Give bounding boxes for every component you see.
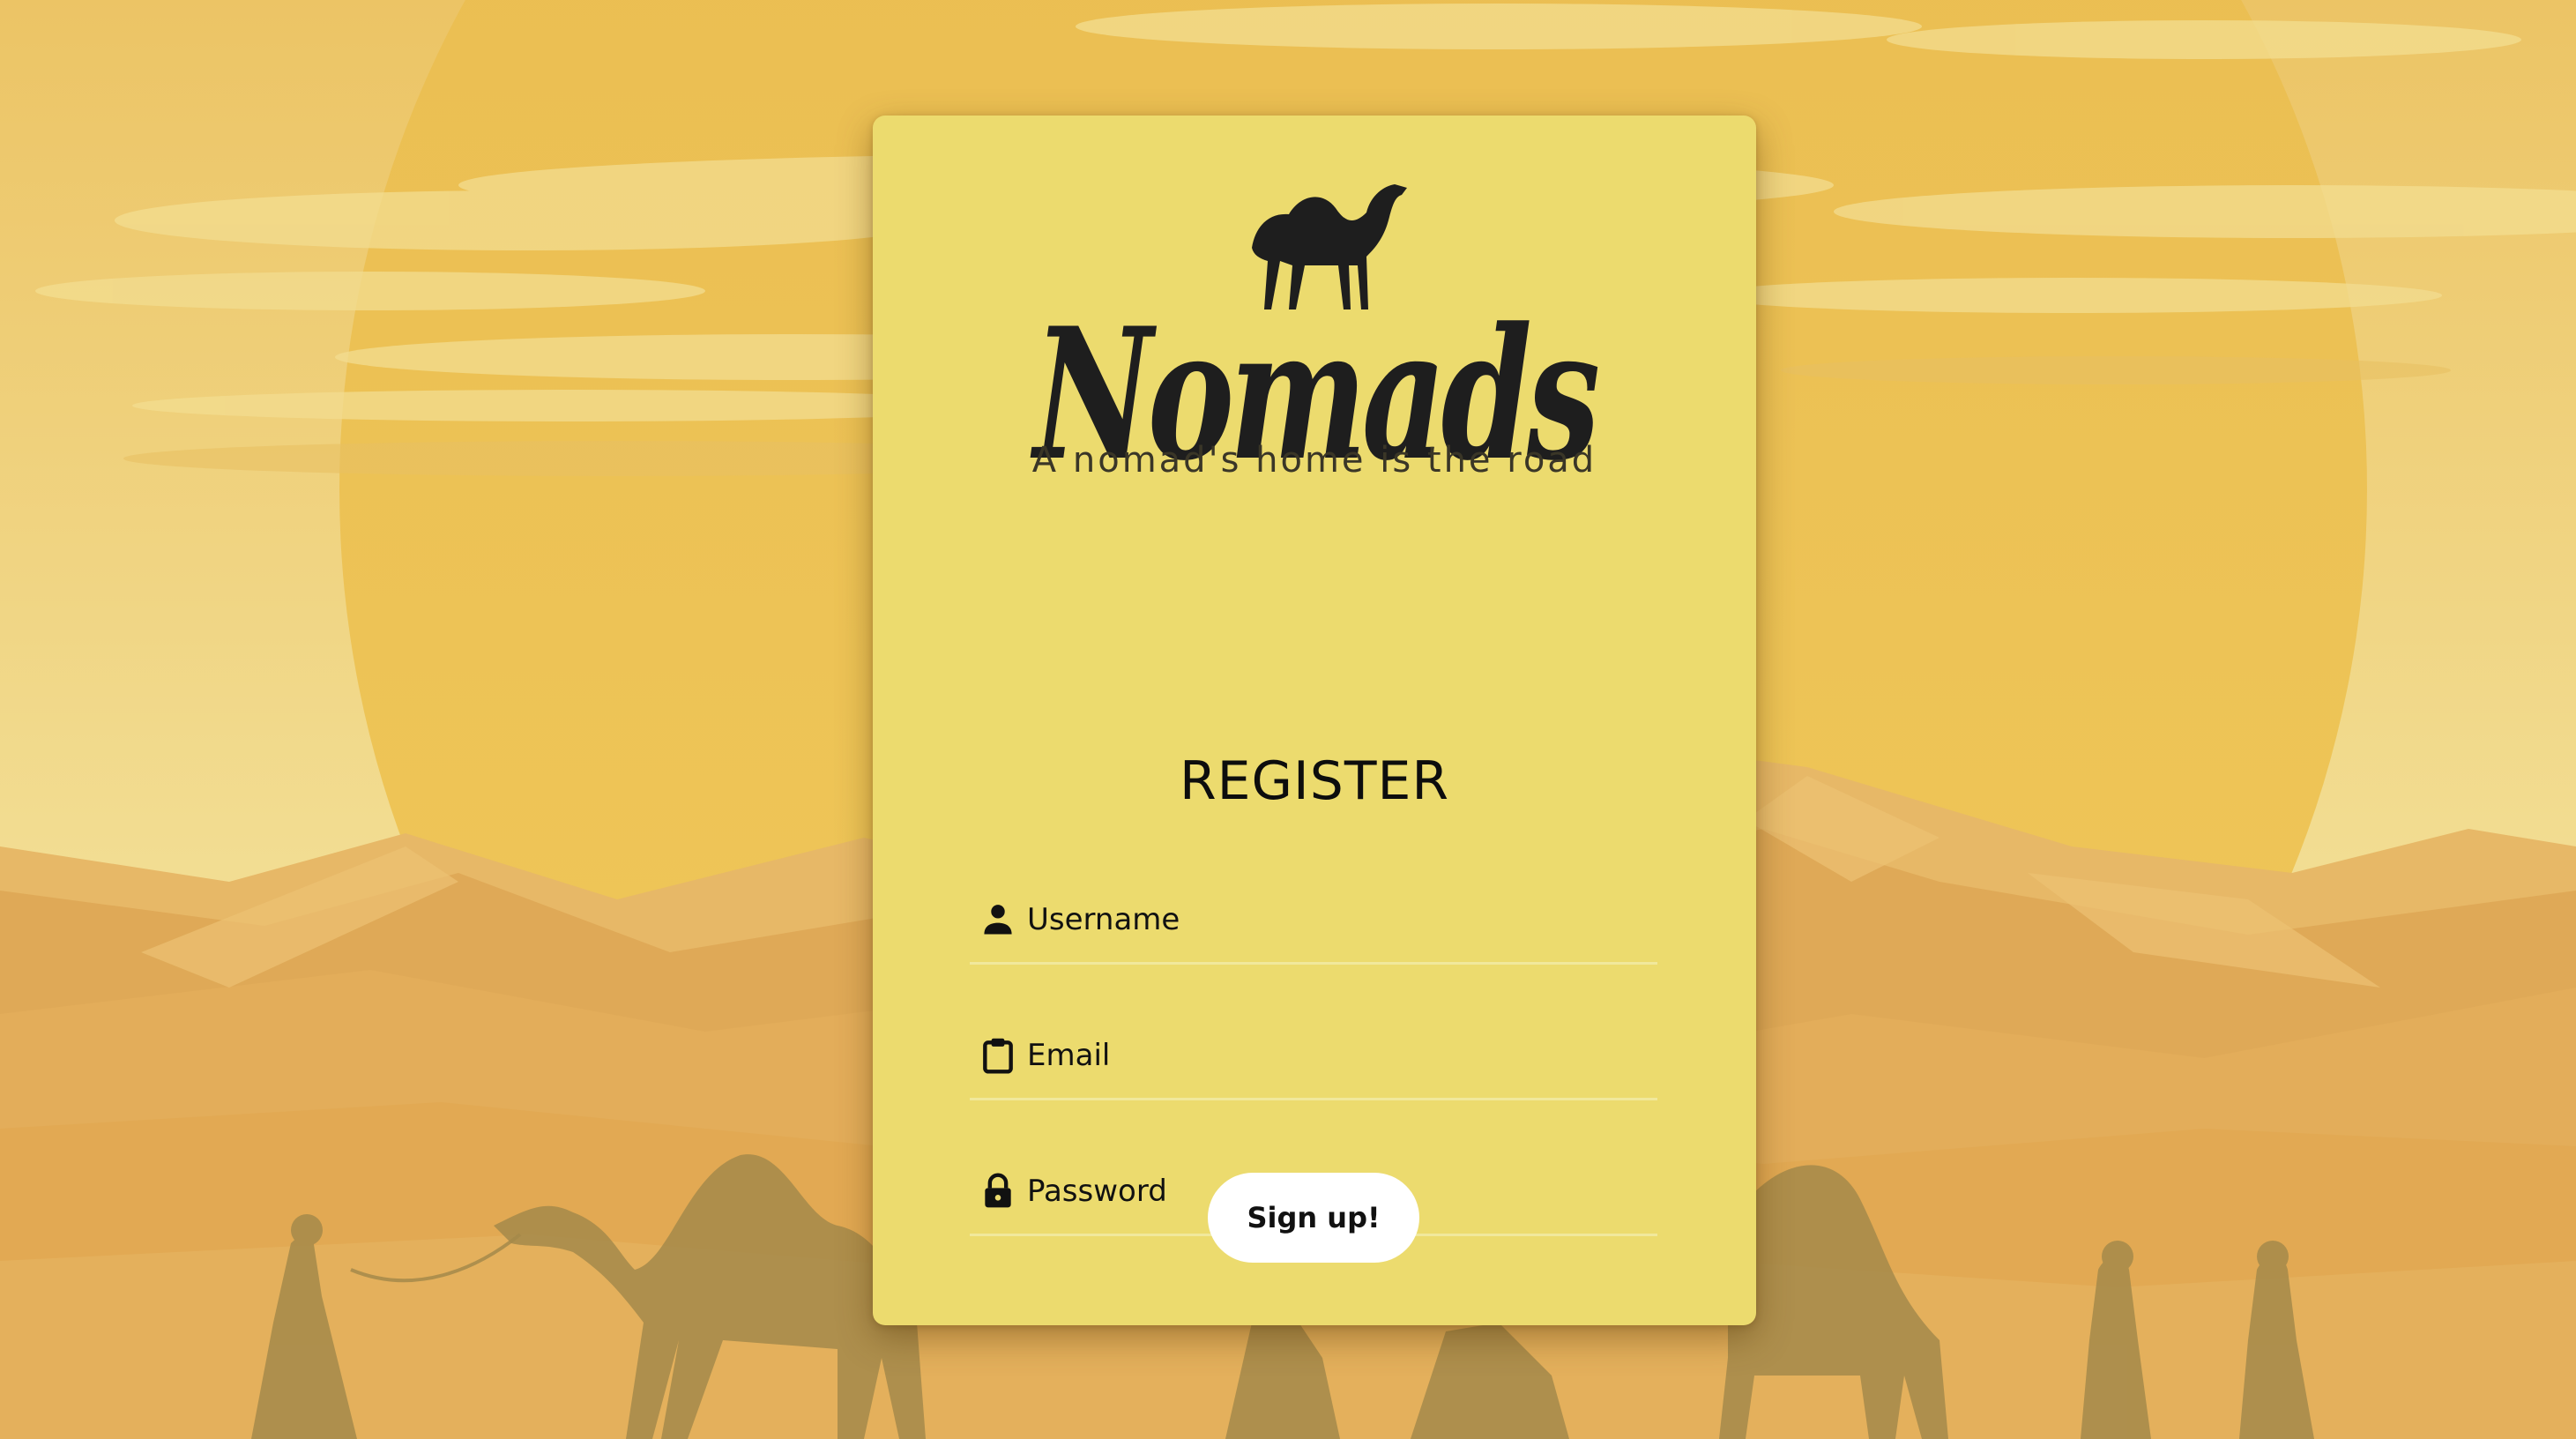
email-field [970, 1018, 1657, 1100]
register-title: REGISTER [1179, 750, 1450, 812]
username-field [970, 883, 1657, 965]
clipboard-icon [983, 1038, 1013, 1074]
sign-up-button[interactable]: Sign up! [1208, 1173, 1419, 1263]
lock-icon [985, 1173, 1011, 1208]
page: Nomads A nomad's home is the road REGIST… [0, 0, 2576, 1439]
email-input[interactable] [1027, 1031, 1644, 1080]
brand-tagline: A nomad's home is the road [1031, 440, 1597, 481]
person-icon [984, 905, 1012, 935]
register-card: Nomads A nomad's home is the road REGIST… [873, 116, 1756, 1325]
username-input[interactable] [1027, 895, 1644, 944]
